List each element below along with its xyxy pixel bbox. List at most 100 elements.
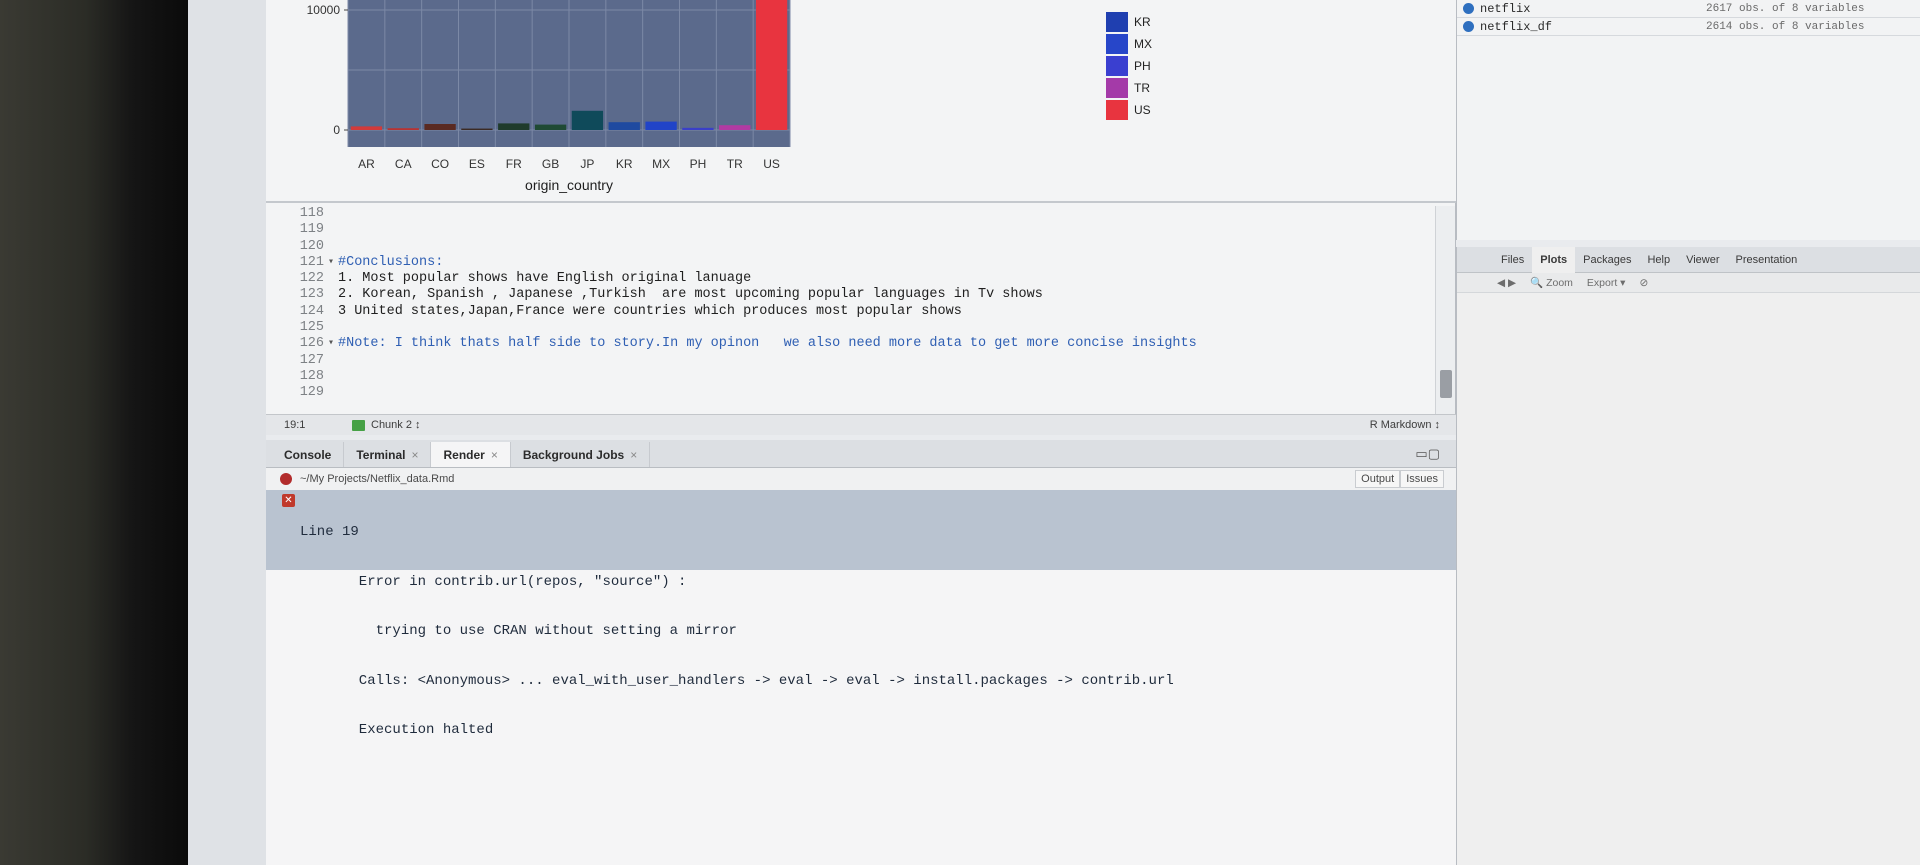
chunk-selector[interactable]: Chunk 2 ↕ — [371, 419, 421, 431]
code-line[interactable]: 120 — [266, 239, 1434, 255]
x-tick-label: FR — [506, 157, 522, 171]
x-tick-label: CA — [395, 157, 412, 171]
tab-files[interactable]: Files — [1493, 247, 1532, 273]
code-line[interactable]: 129 — [266, 385, 1434, 401]
tab-label: Background Jobs — [522, 447, 625, 462]
x-tick-label: CO — [431, 157, 449, 171]
error-line: Execution halted — [300, 722, 494, 738]
bar-us — [755, 0, 788, 130]
line-number: 118 — [299, 206, 324, 221]
back-arrow-icon[interactable]: ◀ ▶ — [1497, 277, 1516, 289]
inline-plot-output: 0 10000 AR CA CO ES FR GB JP KR MX PH TR US origin_c… — [266, 0, 1456, 203]
line-number: 126 — [299, 336, 324, 352]
code-line[interactable]: 122 1. Most popular shows have English or… — [266, 271, 1434, 287]
tab-presentation[interactable]: Presentation — [1728, 247, 1806, 273]
env-row-netflix[interactable]: netflix 2617 obs. of 8 variables — [1457, 0, 1920, 18]
code-line[interactable]: 126 ▾ #Note: I think thats half side to st… — [266, 336, 1434, 352]
code-editor[interactable]: 118 119 120 121 ▾ #Conclusions: 122 1. Most pop… — [266, 206, 1434, 414]
legend-swatch — [1106, 100, 1128, 120]
tab-console[interactable]: Console — [272, 442, 345, 467]
close-icon[interactable]: × — [411, 448, 418, 462]
document-type-selector[interactable]: R Markdown ↕ — [1370, 419, 1440, 431]
x-tick-label: ES — [469, 157, 485, 171]
error-line: trying to use CRAN without setting a mir… — [300, 623, 737, 639]
legend-swatch — [1106, 56, 1128, 76]
code-line[interactable]: 124 3 United states,Japan,France were cou… — [266, 304, 1434, 320]
tab-viewer[interactable]: Viewer — [1678, 247, 1727, 273]
code-line[interactable]: 127 — [266, 353, 1434, 369]
code-line[interactable]: 125 — [266, 320, 1434, 336]
export-button[interactable]: Export ▾ — [1587, 277, 1626, 289]
legend-label: TR — [1134, 81, 1150, 95]
minimize-maximize-icon[interactable]: ▭▢ — [1415, 446, 1440, 462]
fold-icon[interactable]: ▾ — [328, 336, 338, 352]
bar-kr — [608, 122, 640, 130]
legend-swatch — [1106, 34, 1128, 54]
clear-plot-icon[interactable]: ⊘ — [1639, 277, 1648, 289]
bar-co — [424, 124, 456, 130]
fold-icon — [328, 287, 338, 303]
tab-label: Render — [443, 447, 485, 462]
line-number: 128 — [299, 368, 324, 384]
x-tick-label: MX — [652, 157, 670, 171]
dataframe-icon[interactable] — [1463, 21, 1474, 32]
code-text: 2. Korean, Spanish , Japanese ,Turkish a… — [338, 287, 1043, 303]
zoom-label: Zoom — [1546, 277, 1573, 289]
code-line[interactable]: 118 — [266, 206, 1434, 222]
line-number: 122 — [299, 271, 324, 287]
zoom-button[interactable]: 🔍 Zoom — [1530, 276, 1573, 289]
code-text: #Note: I think thats half side to story.… — [338, 336, 1197, 352]
left-margin — [188, 0, 266, 865]
code-text: #Conclusions: — [338, 254, 444, 270]
line-number: 119 — [299, 222, 324, 238]
y-tick-label: 10000 — [307, 3, 341, 17]
fold-icon — [328, 385, 338, 401]
scrollbar-thumb[interactable] — [1440, 370, 1452, 398]
bar-ar — [350, 126, 383, 130]
fold-icon — [328, 304, 338, 320]
fold-icon — [328, 239, 338, 255]
bar-tr — [719, 125, 751, 130]
tab-render[interactable]: Render × — [431, 442, 511, 467]
tab-plots[interactable]: Plots — [1532, 246, 1576, 273]
editor-scrollbar[interactable] — [1435, 206, 1455, 414]
env-row-netflix-df[interactable]: netflix_df 2614 obs. of 8 variables — [1457, 18, 1920, 36]
source-editor-pane: 0 10000 AR CA CO ES FR GB JP KR MX PH TR US origin_c… — [266, 0, 1456, 435]
x-tick-label: TR — [727, 157, 743, 171]
tab-terminal[interactable]: Terminal × — [344, 442, 432, 467]
code-line[interactable]: 128 — [266, 369, 1434, 385]
close-icon[interactable]: × — [630, 448, 637, 462]
tab-label: Terminal — [356, 447, 406, 462]
tab-background-jobs[interactable]: Background Jobs × — [511, 442, 651, 467]
line-number: 121 — [299, 254, 324, 270]
line-number: 125 — [299, 320, 324, 336]
close-icon[interactable]: × — [491, 448, 498, 462]
code-line[interactable]: 123 2. Korean, Spanish , Japanese ,Turkis… — [266, 287, 1434, 303]
chunk-icon — [352, 419, 365, 431]
monitor-bezel — [0, 0, 190, 865]
bar-chart: 0 10000 AR CA CO ES FR GB JP KR MX PH TR US origin_c… — [307, 0, 1152, 193]
code-line[interactable]: 121 ▾ #Conclusions: — [266, 255, 1434, 271]
console-tab-bar: Console Terminal × Render × Background Job… — [266, 440, 1456, 468]
render-toolbar: ~/My Projects/Netflix_data.Rmd Output Is… — [266, 468, 1456, 490]
render-file-path: ~/My Projects/Netflix_data.Rmd — [300, 473, 455, 485]
x-axis-label: origin_country — [525, 177, 613, 193]
legend-label: MX — [1134, 37, 1152, 51]
tab-packages[interactable]: Packages — [1575, 247, 1639, 273]
fold-icon[interactable]: ▾ — [328, 255, 338, 271]
bar-jp — [571, 110, 604, 130]
output-button[interactable]: Output — [1355, 470, 1401, 488]
code-line[interactable]: 119 — [266, 222, 1434, 238]
issues-button[interactable]: Issues — [1400, 470, 1444, 488]
env-var-name[interactable]: netflix — [1480, 2, 1700, 16]
tab-help[interactable]: Help — [1639, 247, 1678, 273]
env-var-name[interactable]: netflix_df — [1480, 20, 1700, 34]
line-number: 127 — [299, 352, 324, 368]
error-line: Error in contrib.url(repos, "source") : — [300, 573, 687, 590]
dataframe-icon[interactable] — [1463, 3, 1474, 14]
x-tick-label: JP — [580, 157, 594, 171]
fold-icon — [328, 222, 338, 238]
legend-label: US — [1134, 103, 1151, 117]
stop-icon[interactable] — [280, 473, 292, 485]
bar-gb — [534, 124, 567, 130]
